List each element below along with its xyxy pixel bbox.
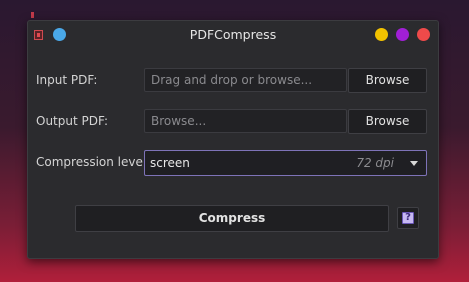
output-pdf-label: Output PDF: <box>36 114 108 128</box>
help-icon: ? <box>402 212 414 224</box>
desktop-corner-mark <box>31 12 34 18</box>
help-button[interactable]: ? <box>397 207 419 229</box>
compress-button[interactable]: Compress <box>75 205 389 232</box>
compression-level-label: Compression level: <box>36 155 151 169</box>
maximize-button[interactable] <box>396 28 409 41</box>
input-browse-button[interactable]: Browse <box>348 68 427 93</box>
output-browse-button[interactable]: Browse <box>348 109 427 134</box>
compression-dpi-hint: 72 dpi <box>356 156 394 170</box>
compression-level-value: screen <box>150 156 190 170</box>
output-pdf-field[interactable]: Browse... <box>144 109 347 133</box>
chevron-down-icon <box>410 161 418 166</box>
close-button[interactable] <box>417 28 430 41</box>
input-pdf-field[interactable]: Drag and drop or browse... <box>144 68 347 92</box>
minimize-button[interactable] <box>375 28 388 41</box>
titlebar: PDFCompress <box>28 21 438 49</box>
app-window: PDFCompress Input PDF: Drag and drop or … <box>27 20 439 259</box>
input-pdf-label: Input PDF: <box>36 73 98 87</box>
compression-level-select[interactable]: screen 72 dpi <box>144 150 427 176</box>
